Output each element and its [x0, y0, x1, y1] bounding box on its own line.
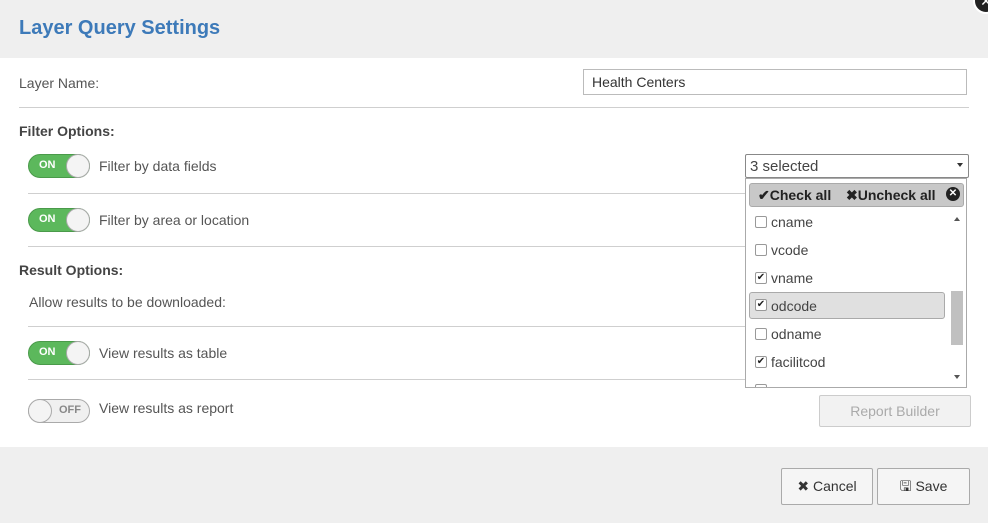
dialog-title: Layer Query Settings: [19, 17, 221, 39]
download-label: Allow results to be downloaded:: [29, 294, 226, 310]
option-label: vname: [771, 270, 814, 286]
option-partial[interactable]: [749, 377, 945, 387]
layer-name-input[interactable]: [583, 69, 967, 95]
report-builder-button[interactable]: Report Builder: [819, 395, 971, 427]
filter-data-fields-toggle[interactable]: ON: [28, 154, 90, 178]
data-fields-dropdown: ✔Check all ✖Uncheck all ✕ cname vcode ✔ …: [745, 178, 967, 388]
checkbox-checked[interactable]: ✔: [755, 272, 767, 284]
filter-options-heading: Filter Options:: [19, 123, 115, 139]
check-all-button[interactable]: ✔Check all: [758, 187, 831, 204]
toggle-knob: [66, 154, 90, 178]
save-button[interactable]: 🖫 Save: [877, 468, 970, 505]
option-odname[interactable]: odname: [749, 321, 945, 347]
results-report-label: View results as report: [99, 400, 234, 416]
checkbox-checked[interactable]: ✔: [755, 356, 767, 368]
floppy-disk-icon: 🖫: [899, 478, 916, 494]
toggle-state-label: ON: [39, 159, 56, 171]
select-value: 3 selected: [750, 158, 819, 175]
divider: [28, 246, 745, 247]
checkbox[interactable]: [755, 328, 767, 340]
caret-down-icon: [957, 163, 963, 167]
option-label: cname: [771, 214, 814, 230]
checkbox[interactable]: [755, 216, 767, 228]
data-fields-select[interactable]: 3 selected: [745, 154, 969, 178]
cancel-label: Cancel: [813, 478, 857, 494]
results-table-toggle[interactable]: ON: [28, 341, 90, 365]
check-icon: ✔: [758, 187, 770, 203]
toggle-knob: [66, 341, 90, 365]
results-table-label: View results as table: [99, 345, 228, 361]
scroll-up-icon[interactable]: [954, 217, 960, 221]
dropdown-header: ✔Check all ✖Uncheck all ✕: [749, 183, 964, 207]
divider: [28, 326, 745, 327]
divider: [19, 107, 969, 108]
option-vcode[interactable]: vcode: [749, 237, 945, 263]
x-icon: ✖: [797, 478, 814, 494]
option-label: facilitcod: [771, 354, 826, 370]
x-icon: ✖: [846, 187, 858, 203]
option-label: odname: [771, 326, 822, 342]
layer-name-label: Layer Name:: [19, 75, 100, 91]
dropdown-scrollbar[interactable]: [948, 209, 966, 387]
check-all-label: Check all: [769, 187, 832, 203]
divider: [28, 379, 745, 380]
divider: [28, 193, 745, 194]
uncheck-all-button[interactable]: ✖Uncheck all: [846, 187, 936, 204]
close-dropdown-icon[interactable]: ✕: [946, 187, 960, 201]
scroll-down-icon[interactable]: [954, 375, 960, 379]
toggle-knob: [66, 208, 90, 232]
results-report-toggle[interactable]: OFF: [28, 399, 90, 423]
toggle-knob: [28, 399, 52, 423]
option-cname[interactable]: cname: [749, 209, 945, 235]
toggle-state-label: ON: [39, 213, 56, 225]
result-options-heading: Result Options:: [19, 262, 124, 278]
checkbox-checked[interactable]: ✔: [755, 299, 767, 311]
dialog-header: Layer Query Settings ✕: [0, 0, 988, 58]
toggle-state-label: ON: [39, 346, 56, 358]
option-label: odcode: [771, 298, 817, 314]
checkbox[interactable]: [755, 384, 767, 387]
option-facilitcod[interactable]: ✔ facilitcod: [749, 349, 945, 375]
option-label: vcode: [771, 242, 809, 258]
save-label: Save: [915, 478, 948, 494]
filter-area-label: Filter by area or location: [99, 212, 250, 228]
toggle-state-label: OFF: [59, 404, 81, 416]
filter-data-fields-label: Filter by data fields: [99, 158, 217, 174]
close-icon[interactable]: ✕: [973, 0, 988, 14]
checkbox[interactable]: [755, 244, 767, 256]
filter-area-toggle[interactable]: ON: [28, 208, 90, 232]
cancel-button[interactable]: ✖ Cancel: [781, 468, 873, 505]
scroll-thumb[interactable]: [951, 291, 963, 345]
uncheck-all-label: Uncheck all: [857, 187, 936, 203]
option-odcode[interactable]: ✔ odcode: [749, 292, 945, 319]
option-vname[interactable]: ✔ vname: [749, 265, 945, 291]
